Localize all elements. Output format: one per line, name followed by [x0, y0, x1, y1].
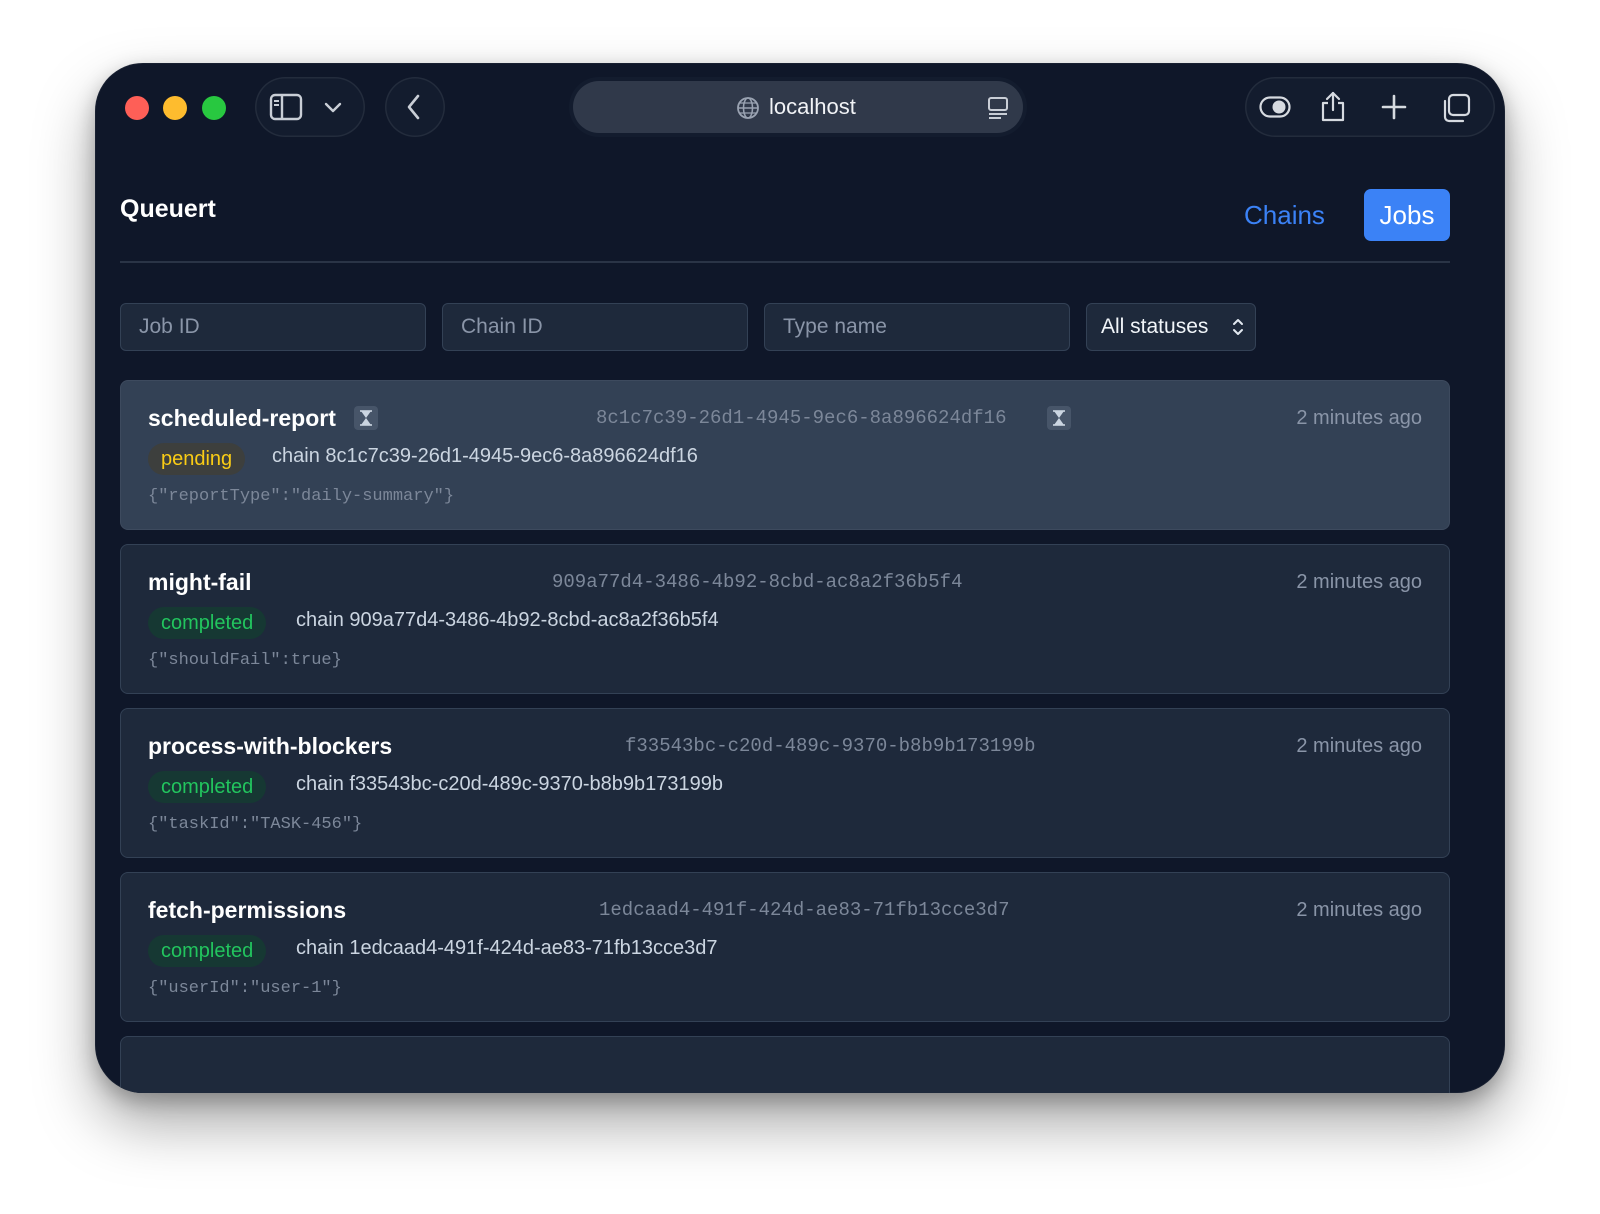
job-type-name: might-fail [148, 569, 252, 595]
nav-chains-link[interactable]: Chains [1228, 189, 1341, 241]
job-id: 8c1c7c39-26d1-4945-9ec6-8a896624df16 [596, 407, 1007, 429]
status-badge: pending [148, 443, 246, 475]
sidebar-toggle-group [255, 77, 365, 137]
new-tab-icon[interactable] [1381, 94, 1407, 120]
status-filter-value: All statuses [1101, 315, 1209, 338]
job-type-name: scheduled-report [148, 405, 336, 431]
status-badge: completed [148, 935, 267, 967]
hourglass-icon [354, 406, 378, 430]
job-card[interactable]: might-fail 909a77d4-3486-4b92-8cbd-ac8a2… [120, 544, 1450, 694]
back-button[interactable] [385, 77, 445, 137]
job-chain-link[interactable]: chain 1edcaad4-491f-424d-ae83-71fb13cce3… [296, 937, 717, 960]
job-id: 1edcaad4-491f-424d-ae83-71fb13cce3d7 [599, 899, 1010, 921]
status-filter-select[interactable]: All statuses [1086, 303, 1256, 351]
toggle-icon[interactable] [1259, 96, 1291, 118]
reader-mode-icon[interactable] [987, 96, 1009, 120]
job-id: f33543bc-c20d-489c-9370-b8b9b173199b [625, 735, 1036, 757]
browser-window: localhost Queuert Chains Jobs Job ID Cha… [95, 63, 1505, 1093]
job-chain-link[interactable]: chain f33543bc-c20d-489c-9370-b8b9b17319… [296, 773, 723, 796]
chevron-up-down-icon [1231, 317, 1245, 337]
job-type-name: process-with-blockers [148, 733, 393, 759]
close-window-button[interactable] [125, 96, 149, 120]
header-divider [120, 261, 1450, 263]
app-title: Queuert [120, 195, 216, 223]
address-bar[interactable]: localhost [573, 81, 1023, 133]
status-badge: completed [148, 607, 267, 639]
job-id: 909a77d4-3486-4b92-8cbd-ac8a2f36b5f4 [552, 571, 963, 593]
job-payload: {"shouldFail":true} [148, 651, 342, 670]
job-card[interactable]: fetch-permissions 1edcaad4-491f-424d-ae8… [120, 872, 1450, 1022]
job-time: 2 minutes ago [1296, 735, 1422, 757]
job-payload: {"reportType":"daily-summary"} [148, 487, 455, 506]
job-time: 2 minutes ago [1296, 407, 1422, 429]
status-badge: completed [148, 771, 267, 803]
job-type-name: fetch-permissions [148, 897, 347, 923]
tab-overview-icon[interactable] [1441, 93, 1471, 123]
job-payload: {"userId":"user-1"} [148, 979, 342, 998]
hourglass-icon [1047, 406, 1071, 430]
chevron-left-icon [404, 93, 424, 121]
toolbar-actions [1245, 77, 1495, 137]
globe-icon [736, 96, 760, 120]
job-id-filter-input[interactable] [120, 303, 426, 351]
sidebar-icon[interactable] [269, 93, 303, 121]
job-card[interactable] [120, 1036, 1450, 1093]
job-chain-link[interactable]: chain 909a77d4-3486-4b92-8cbd-ac8a2f36b5… [296, 609, 719, 632]
chevron-down-icon[interactable] [323, 101, 343, 115]
address-url: localhost [769, 94, 856, 119]
job-time: 2 minutes ago [1296, 571, 1422, 593]
browser-toolbar: localhost [95, 63, 1505, 153]
job-chain-link[interactable]: chain 8c1c7c39-26d1-4945-9ec6-8a896624df… [272, 445, 698, 468]
job-payload: {"taskId":"TASK-456"} [148, 815, 363, 834]
job-time: 2 minutes ago [1296, 899, 1422, 921]
minimize-window-button[interactable] [163, 96, 187, 120]
type-name-filter-input[interactable] [764, 303, 1070, 351]
chain-id-filter-input[interactable] [442, 303, 748, 351]
nav-jobs-link[interactable]: Jobs [1364, 189, 1450, 241]
job-card[interactable]: process-with-blockers f33543bc-c20d-489c… [120, 708, 1450, 858]
share-icon[interactable] [1320, 90, 1346, 122]
job-card[interactable]: scheduled-report 8c1c7c39-26d1-4945-9ec6… [120, 380, 1450, 530]
zoom-window-button[interactable] [202, 96, 226, 120]
